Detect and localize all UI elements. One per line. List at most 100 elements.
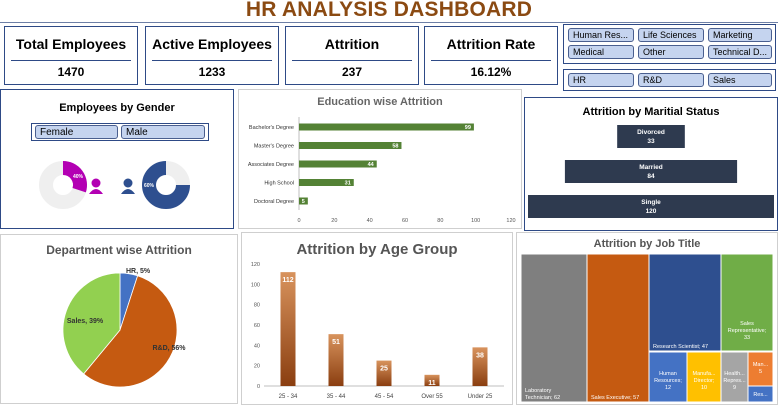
data-label: 120 <box>646 208 657 215</box>
slicer-option[interactable]: HR <box>568 73 634 87</box>
kpi-attrition: Attrition 237 <box>285 26 419 85</box>
slicer-option[interactable]: Marketing <box>708 28 772 42</box>
tile-label: Sales <box>740 321 754 327</box>
tick-label: 60 <box>254 323 260 329</box>
data-label: 38 <box>476 352 484 359</box>
department-pie-chart: HR, 5% R&D, 56% Sales, 39% <box>62 268 186 388</box>
kpi-total-employees: Total Employees 1470 <box>4 26 138 85</box>
treemap-tile <box>520 253 588 403</box>
bar <box>299 160 377 168</box>
tile-label: Manufa... <box>693 371 716 377</box>
data-label: 51 <box>332 339 340 346</box>
data-label: 112 <box>282 277 293 284</box>
kpi-label: Active Employees <box>152 35 272 52</box>
tick-label: 40 <box>254 343 260 349</box>
category-label: 25 - 34 <box>279 394 298 400</box>
tile-label: Human <box>659 371 677 377</box>
category-label: Doctoral Degree <box>254 199 294 205</box>
kpi-label: Attrition Rate <box>446 35 536 52</box>
kpi-value: 1233 <box>198 65 226 79</box>
tile-label: Technician; 62 <box>525 395 560 401</box>
slicer-option[interactable]: Other <box>638 45 704 59</box>
slicer-option[interactable]: R&D <box>638 73 704 87</box>
category-label: 45 - 54 <box>375 394 394 400</box>
bar <box>299 123 474 131</box>
tick-label: 100 <box>471 218 480 224</box>
kpi-active-employees: Active Employees 1233 <box>145 26 279 85</box>
male-pct-label: 60% <box>144 183 155 189</box>
tick-label: 120 <box>251 262 260 268</box>
gender-donuts: 40% 60% <box>39 161 190 209</box>
male-donut: 60% <box>142 161 190 209</box>
tile-label: Repres... <box>723 378 746 384</box>
age-group-panel: Attrition by Age Group 0 20 40 60 80 100 120 11… <box>241 232 513 405</box>
tick-label: 0 <box>257 384 260 390</box>
bar <box>280 272 296 386</box>
data-label: 5 <box>302 199 305 205</box>
gender-panel: Employees by Gender Female Male 40% 60% <box>0 89 234 229</box>
education-attrition-panel: Education wise Attrition Bachelor's Degr… <box>238 89 522 229</box>
panel-title: Employees by Gender <box>59 102 175 114</box>
age-group-chart: 0 20 40 60 80 100 120 112 25 - 34 51 35 - 44 25 45 -… <box>251 262 504 400</box>
treemap-tile <box>586 253 650 403</box>
treemap-tile <box>648 351 688 403</box>
slicer-option[interactable]: Medical <box>568 45 634 59</box>
bar <box>299 142 402 149</box>
category-label: Bachelor's Degree <box>249 125 294 131</box>
tick-label: 60 <box>402 218 408 224</box>
slicer-option[interactable]: Technical D... <box>708 45 772 59</box>
kpi-divider <box>292 60 412 61</box>
gender-slicer: Female Male <box>31 123 209 141</box>
kpi-divider <box>431 60 551 61</box>
data-label: 11 <box>428 380 436 387</box>
marital-chart: Divorced 33 Married 84 Single 120 <box>528 125 774 218</box>
female-icon <box>89 178 103 194</box>
tile-label: Health... <box>724 371 745 377</box>
data-label: 99 <box>465 125 471 131</box>
slice-label: HR, 5% <box>126 268 151 275</box>
tile-label: Sales Executive; 57 <box>591 395 639 401</box>
category-label: High School <box>264 181 294 187</box>
kpi-divider <box>11 60 131 61</box>
slice-label: R&D, 56% <box>152 345 186 352</box>
category-label: Married <box>639 164 663 171</box>
tile-label: Resources; <box>654 378 682 384</box>
tick-label: 80 <box>254 303 260 309</box>
department-slicer: HR R&D Sales <box>563 69 776 91</box>
category-label: Associates Degree <box>248 162 294 168</box>
tile-label: 33 <box>744 335 750 341</box>
data-label: 31 <box>345 181 351 187</box>
education-field-slicer: Human Res... Life Sciences Marketing Med… <box>563 24 776 64</box>
data-label: 33 <box>647 138 655 145</box>
slicer-option-female[interactable]: Female <box>35 125 118 139</box>
tile-label: Research Scientist; 47 <box>653 344 708 350</box>
bar <box>376 360 392 386</box>
tile-label: 5 <box>759 369 762 375</box>
job-title-panel: Attrition by Job Title Laboratory Technic… <box>516 232 778 405</box>
treemap-tile <box>720 351 749 403</box>
marital-status-panel: Attrition by Maritial Status Divorced 33 M… <box>524 97 778 231</box>
slicer-option-male[interactable]: Male <box>121 125 205 139</box>
tile-label: Man... <box>753 362 769 368</box>
tick-label: 120 <box>506 218 515 224</box>
data-label: 44 <box>368 162 375 168</box>
kpi-label: Total Employees <box>15 35 127 52</box>
kpi-divider <box>152 60 272 61</box>
tile-label: 9 <box>733 385 736 391</box>
treemap-tile <box>648 253 722 352</box>
category-label: Over 55 <box>421 394 443 400</box>
tick-label: 80 <box>437 218 443 224</box>
tick-label: 40 <box>367 218 373 224</box>
slicer-option[interactable]: Life Sciences <box>638 28 704 42</box>
female-pct-label: 40% <box>73 174 84 180</box>
kpi-label: Attrition <box>324 35 380 52</box>
kpi-value: 1470 <box>57 65 85 79</box>
slicer-option[interactable]: Human Res... <box>568 28 634 42</box>
tile-label: 12 <box>665 385 671 391</box>
category-label: 35 - 44 <box>327 394 346 400</box>
tile-label: Laboratory <box>525 388 552 394</box>
slicer-option[interactable]: Sales <box>708 73 772 87</box>
kpi-value: 16.12% <box>470 65 512 79</box>
tick-label: 100 <box>251 282 260 288</box>
category-label: Under 25 <box>468 394 493 400</box>
